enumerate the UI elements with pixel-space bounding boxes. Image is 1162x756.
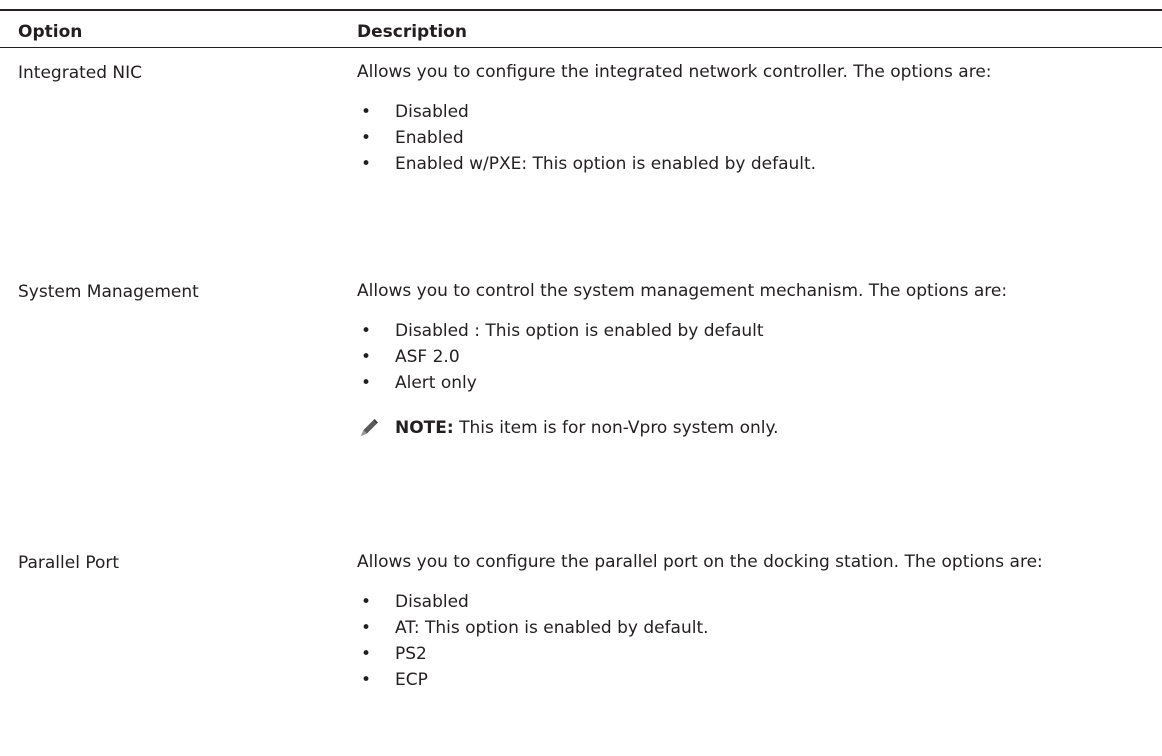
bullet: • [361,644,372,664]
header-description: Description [357,22,467,42]
list-item-text: Disabled [395,102,469,122]
options-list: • Disabled • Enabled • Enabled w/PXE: This … [357,99,1147,177]
description-intro: Allows you to configure the integrated n… [357,62,992,82]
list-item: • ECP [357,667,1147,693]
list-item: • AT: This option is enabled by default. [357,615,1147,641]
note: NOTE: This item is for non-Vpro system o… [357,413,1147,443]
list-item-text: Enabled w/PXE: This option is enabled by… [395,154,817,174]
options-list: • Disabled • AT: This option is enabled by… [357,589,1147,693]
bullet: • [361,102,372,122]
list-item: • Disabled : This option is enabled by de… [357,318,1147,344]
option-integrated-nic: Integrated NIC [18,63,143,83]
description-parallel-port: Allows you to configure the parallel por… [357,548,1147,693]
list-item-text: Disabled [395,592,469,612]
list-item: • Enabled [357,125,1147,151]
list-item: • Disabled [357,589,1147,615]
header-rule [0,47,1162,48]
description-intro: Allows you to configure the parallel por… [357,552,1043,572]
list-item: • Enabled w/PXE: This option is enabled b… [357,151,1147,177]
list-item-text: PS2 [395,644,427,664]
list-item: • Alert only [357,370,1147,396]
note-text: This item is for non-Vpro system only. [453,418,779,438]
note-label: NOTE: [395,418,454,438]
list-item: • ASF 2.0 [357,344,1147,370]
header-option: Option [18,22,83,42]
bullet: • [361,128,372,148]
bullet: • [361,154,372,174]
description-integrated-nic: Allows you to configure the integrated n… [357,58,1147,177]
option-system-management: System Management [18,282,199,302]
options-list: • Disabled : This option is enabled by de… [357,318,1147,396]
table-header: Option Description [0,11,1162,49]
bullet: • [361,592,372,612]
description-intro: Allows you to control the system managem… [357,281,1008,301]
bullet: • [361,347,372,367]
description-system-management: Allows you to control the system managem… [357,277,1147,443]
list-item-text: ASF 2.0 [395,347,460,367]
list-item-text: ECP [395,670,428,690]
list-item-text: AT: This option is enabled by default. [395,618,709,638]
bullet: • [361,373,372,393]
bullet: • [361,321,372,341]
list-item: • Disabled [357,99,1147,125]
list-item-text: Disabled : This option is enabled by def… [395,321,764,341]
option-parallel-port: Parallel Port [18,553,120,573]
list-item: • PS2 [357,641,1147,667]
bullet: • [361,670,372,690]
list-item-text: Alert only [395,373,477,393]
pencil-note-icon [358,417,380,439]
bullet: • [361,618,372,638]
list-item-text: Enabled [395,128,464,148]
